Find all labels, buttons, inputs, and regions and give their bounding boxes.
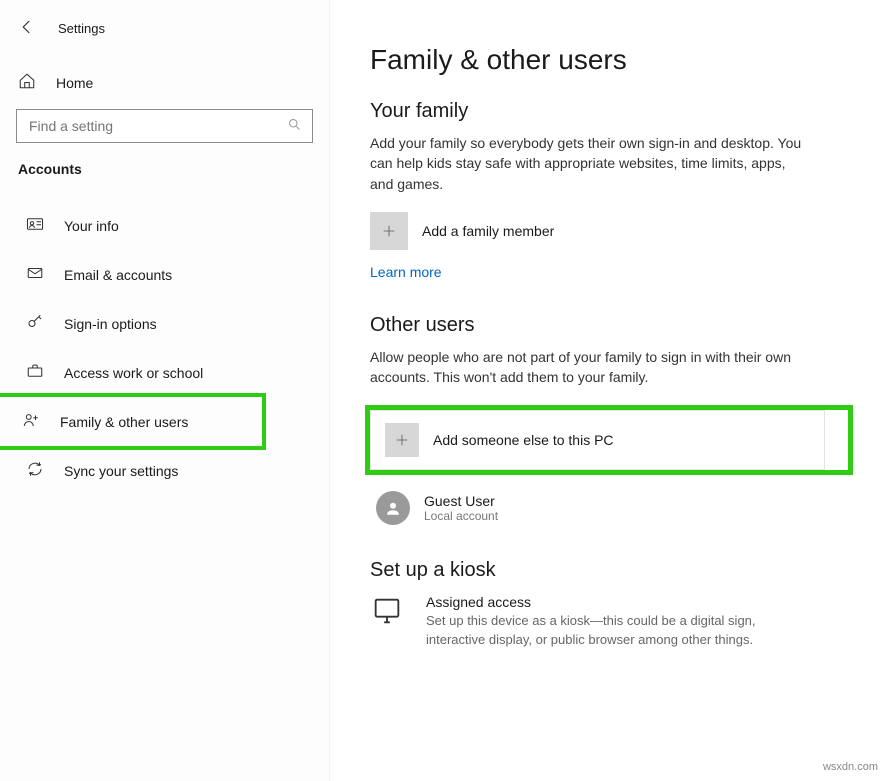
nav-label: Family & other users [60, 414, 188, 430]
home-icon [18, 72, 36, 93]
mail-icon [26, 264, 44, 285]
guest-user-sub: Local account [424, 509, 498, 523]
plus-icon [370, 212, 408, 250]
add-family-member-button[interactable]: Add a family member [370, 212, 848, 250]
nav-label: Email & accounts [64, 267, 172, 283]
add-other-label: Add someone else to this PC [433, 432, 614, 448]
search-icon [287, 117, 302, 135]
family-heading: Your family [370, 100, 848, 123]
nav-label: Sync your settings [64, 463, 178, 479]
plus-icon [385, 423, 419, 457]
search-input[interactable] [16, 109, 313, 143]
family-description: Add your family so everybody gets their … [370, 133, 810, 194]
nav-group-label: Accounts [0, 157, 329, 187]
learn-more-link[interactable]: Learn more [370, 264, 848, 280]
main-panel: Family & other users Your family Add you… [330, 0, 888, 781]
add-other-user-button[interactable]: Add someone else to this PC [370, 410, 825, 470]
home-nav[interactable]: Home [0, 62, 329, 103]
highlighted-region: Add someone else to this PC [365, 405, 853, 475]
back-icon[interactable] [18, 18, 36, 39]
guest-user-row[interactable]: Guest User Local account [370, 481, 848, 525]
sync-icon [26, 460, 44, 481]
nav-label: Sign-in options [64, 316, 157, 332]
nav-work-school[interactable]: Access work or school [0, 348, 329, 397]
nav-sync-settings[interactable]: Sync your settings [0, 446, 329, 495]
nav-label: Your info [64, 218, 119, 234]
nav-email-accounts[interactable]: Email & accounts [0, 250, 329, 299]
kiosk-monitor-icon [370, 594, 404, 631]
people-plus-icon [22, 411, 40, 432]
nav-label: Access work or school [64, 365, 203, 381]
nav-signin-options[interactable]: Sign-in options [0, 299, 329, 348]
nav-family-users[interactable]: Family & other users [0, 393, 266, 450]
sidebar: Settings Home Accounts Your info [0, 0, 330, 781]
guest-user-name: Guest User [424, 493, 498, 509]
avatar-icon [376, 491, 410, 525]
home-label: Home [56, 75, 93, 91]
kiosk-title: Assigned access [426, 594, 796, 610]
other-users-description: Allow people who are not part of your fa… [370, 347, 810, 388]
app-title: Settings [58, 21, 105, 36]
person-card-icon [26, 215, 44, 236]
watermark: wsxdn.com [823, 761, 878, 773]
nav-list: Your info Email & accounts Sign-in optio… [0, 201, 329, 495]
key-icon [26, 313, 44, 334]
kiosk-description: Set up this device as a kiosk—this could… [426, 612, 796, 648]
kiosk-heading: Set up a kiosk [370, 559, 848, 582]
add-family-label: Add a family member [422, 223, 554, 239]
nav-your-info[interactable]: Your info [0, 201, 329, 250]
page-title: Family & other users [370, 44, 848, 76]
search-field[interactable] [27, 117, 267, 135]
other-users-heading: Other users [370, 314, 848, 337]
briefcase-icon [26, 362, 44, 383]
